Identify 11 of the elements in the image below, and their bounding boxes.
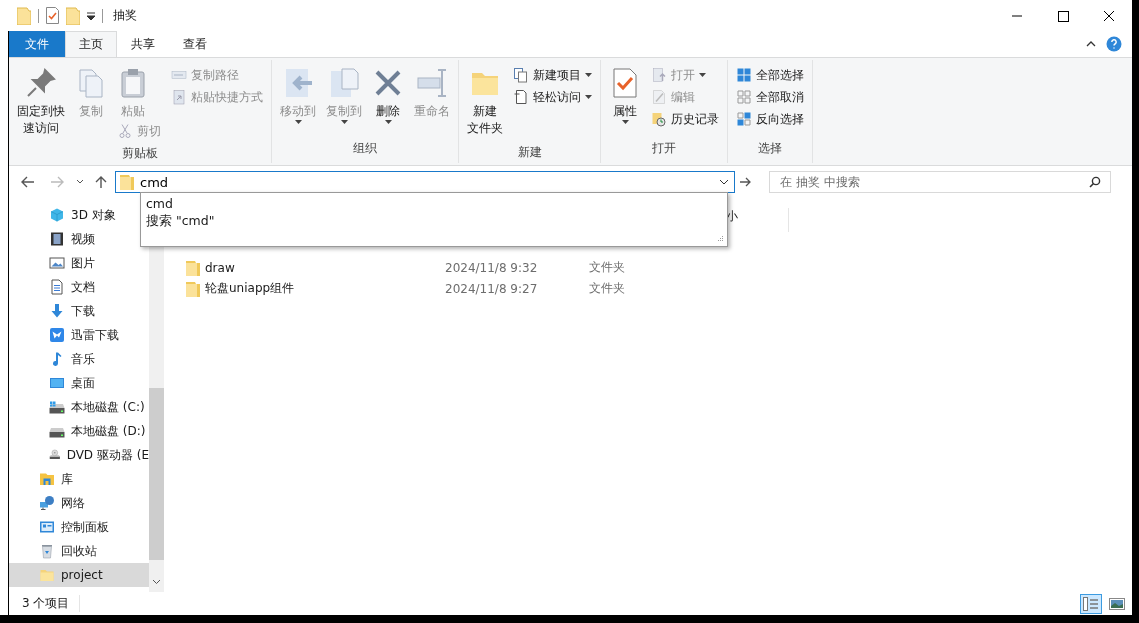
group-label: 剪贴板 bbox=[122, 145, 158, 162]
group-label: 选择 bbox=[758, 140, 782, 157]
file-type: 文件夹 bbox=[589, 259, 625, 276]
group-label: 新建 bbox=[517, 144, 542, 161]
window-title: 抽奖 bbox=[113, 7, 137, 24]
group-label: 打开 bbox=[652, 140, 676, 157]
modified-date: 2024/11/8 9:27 bbox=[445, 281, 538, 296]
file-type: 文件夹 bbox=[589, 280, 625, 297]
modified-date: 2024/11/8 9:32 bbox=[445, 260, 538, 275]
item-count: 3 个项目 bbox=[9, 595, 81, 612]
group-label: 组织 bbox=[353, 140, 377, 157]
